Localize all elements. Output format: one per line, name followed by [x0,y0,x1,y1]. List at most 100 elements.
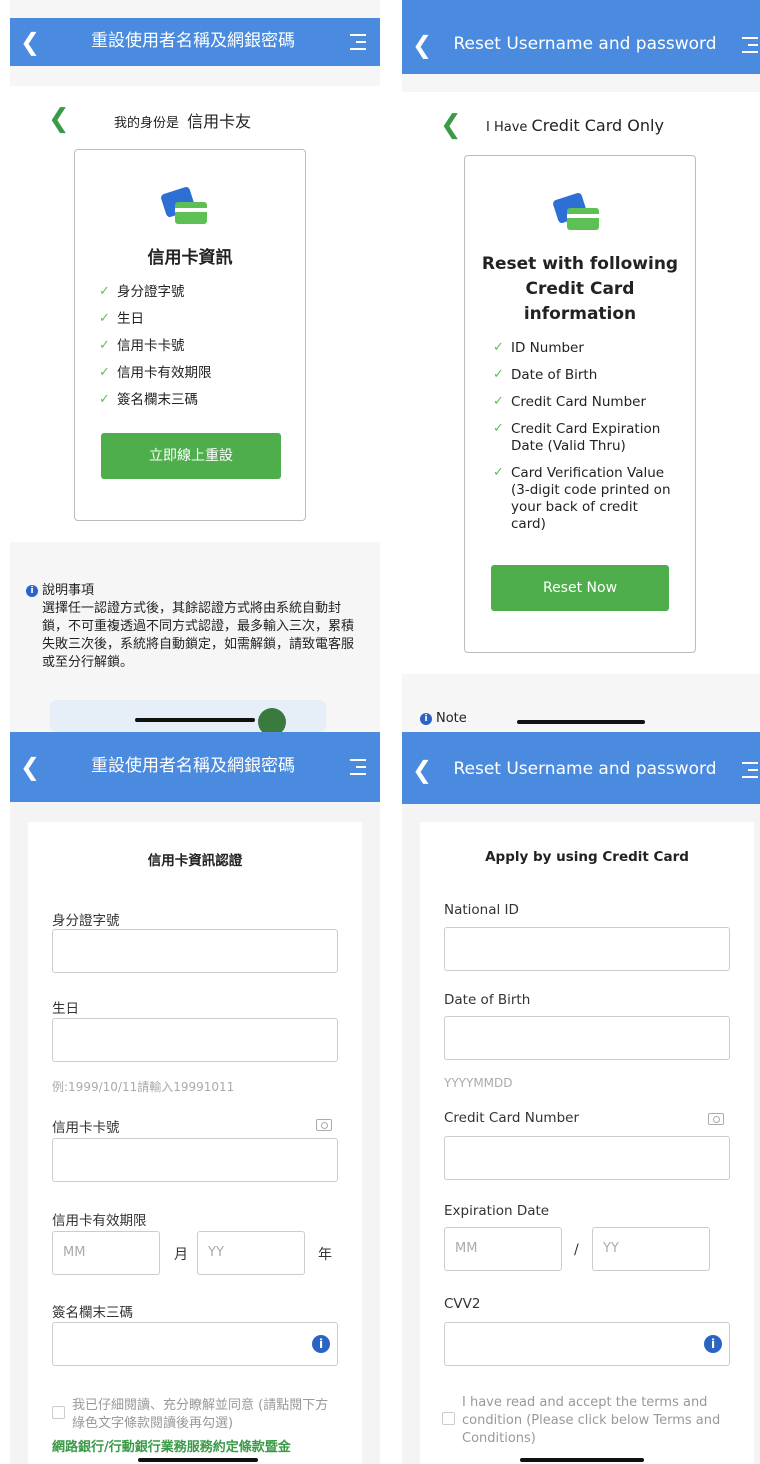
back-icon[interactable]: ❮ [10,755,50,779]
dob-hint: YYYYMMDD [444,1076,513,1090]
check-icon: ✓ [493,367,504,382]
check-icon: ✓ [493,394,504,409]
header-title: Reset Username and password [453,34,717,55]
cvv-input[interactable] [52,1322,338,1366]
back-icon[interactable]: ❮ [10,30,50,54]
info-icon[interactable]: i [704,1335,722,1353]
month-unit: 月 [174,1247,188,1263]
check-icon: ✓ [99,284,110,299]
home-indicator [135,718,255,722]
list-item: ✓ 生日 [99,311,144,327]
id-label: 身分證字號 [52,913,120,929]
dob-label: 生日 [52,1001,79,1017]
expiry-month-input[interactable]: MM [52,1231,160,1275]
list-item: ✓ ID Number [493,340,584,356]
yy-placeholder: YY [208,1245,224,1260]
credit-card-icon [160,185,209,226]
id-input[interactable] [444,927,730,971]
illustration-icon [258,708,286,732]
check-icon: ✓ [99,392,110,407]
list-item: ✓ Card Verification Value (3-digit code p… [493,465,671,532]
credit-card-option-card: Reset with following Credit Card informa… [464,155,696,653]
mm-placeholder: MM [63,1245,86,1260]
back-arrow-icon[interactable]: ❮ [440,110,462,140]
expiry-label: Expiration Date [444,1203,550,1219]
mm-placeholder: MM [455,1241,478,1256]
menu-icon[interactable] [336,759,380,775]
note-body: 選擇任一認證方式後，其餘認證方式將由系統自動封鎖，不可重複透過不同方式認證，最多… [42,601,355,670]
back-icon[interactable]: ❮ [402,33,442,57]
year-unit: 年 [318,1247,332,1263]
dob-input[interactable] [444,1016,730,1060]
note-section: i Note [420,710,467,728]
yy-placeholder: YY [603,1241,619,1256]
card-title: 信用卡資訊 [147,248,233,268]
identity-prefix: 我的身份是 [114,116,180,131]
app-header: ❮ 重設使用者名稱及網銀密碼 [10,18,380,66]
menu-icon[interactable] [728,762,760,778]
back-arrow-icon[interactable]: ❮ [48,104,70,134]
requirement-list: ✓ ID Number ✓ Date of Birth ✓ Credit Card N… [493,340,677,543]
info-icon: i [420,712,432,725]
reset-now-button[interactable]: 立即線上重設 [101,433,281,479]
app-header: ❮ 重設使用者名稱及網銀密碼 [10,732,380,802]
zh-form-screen: ❮ 重設使用者名稱及網銀密碼 信用卡資訊認證 身分證字號 生日 例:1999/1… [10,732,380,1464]
dob-hint: 例:1999/10/11請輸入19991011 [52,1080,235,1094]
identity-prefix: I Have [486,120,528,135]
camera-icon[interactable] [316,1119,332,1131]
card-number-input[interactable] [444,1136,730,1180]
list-item: ✓ 信用卡卡號 [99,338,185,354]
en-form-screen: ❮ Reset Username and password Apply by u… [402,732,760,1464]
list-item: ✓ 信用卡有效期限 [99,365,212,381]
header-title: 重設使用者名稱及網銀密碼 [91,31,295,52]
check-icon: ✓ [99,365,110,380]
terms-link[interactable]: 網路銀行/行動銀行業務服務約定條款暨金 [52,1436,291,1455]
expiry-year-input[interactable]: YY [197,1231,305,1275]
menu-icon[interactable] [728,37,760,53]
check-icon: ✓ [99,311,110,326]
terms-checkbox[interactable] [52,1406,65,1419]
list-item: ✓ Date of Birth [493,367,598,383]
id-label: National ID [444,902,519,918]
credit-card-option-card: 信用卡資訊 ✓ 身分證字號 ✓ 生日 ✓ 信用卡卡號 ✓ 信用卡有效期限 ✓ 簽名欄末三碼… [74,149,306,521]
expiry-month-input[interactable]: MM [444,1227,562,1271]
terms-text: I have read and accept the terms and con… [462,1395,721,1446]
note-title: Note [436,711,467,726]
identity-value: 信用卡友 [187,112,252,131]
check-icon: ✓ [493,421,504,436]
terms-checkbox[interactable] [442,1412,455,1425]
credit-card-icon [552,191,601,232]
note-section: i 說明事項 選擇任一認證方式後，其餘認證方式將由系統自動封鎖，不可重複透過不同方… [26,582,366,672]
reset-now-button[interactable]: Reset Now [491,565,669,611]
check-icon: ✓ [493,465,504,480]
promo-banner [50,700,326,732]
card-number-label: 信用卡卡號 [52,1120,120,1136]
back-icon[interactable]: ❮ [402,758,442,782]
dob-label: Date of Birth [444,992,531,1008]
cvv-label: 簽名欄末三碼 [52,1305,133,1321]
header-title: 重設使用者名稱及網銀密碼 [91,756,295,777]
requirement-list: ✓ 身分證字號 ✓ 生日 ✓ 信用卡卡號 ✓ 信用卡有效期限 ✓ 簽名欄末三碼 [99,284,212,419]
identity-value: Credit Card Only [531,116,664,135]
verification-form: Apply by using Credit Card National ID D… [420,822,754,1464]
card-number-label: Credit Card Number [444,1110,579,1126]
home-indicator [517,720,645,724]
home-indicator [520,1458,644,1462]
cvv-input[interactable] [444,1322,730,1366]
note-title: 說明事項 [42,583,95,598]
camera-icon[interactable] [708,1113,724,1125]
expiry-year-input[interactable]: YY [592,1227,710,1271]
verification-form: 信用卡資訊認證 身分證字號 生日 例:1999/10/11請輸入19991011… [28,822,362,1464]
zh-intro-screen: ❮ 重設使用者名稱及網銀密碼 ❮ 我的身份是 信用卡友 信用卡資訊 ✓ 身分證字號… [10,0,380,732]
app-header: ❮ Reset Username and password [402,0,760,74]
dob-input[interactable] [52,1018,338,1062]
card-number-input[interactable] [52,1138,338,1182]
id-input[interactable] [52,929,338,973]
identity-section: ❮ 我的身份是 信用卡友 信用卡資訊 ✓ 身分證字號 ✓ 生日 ✓ 信用卡卡號 ✓ 信用… [10,86,380,542]
check-icon: ✓ [493,340,504,355]
info-icon[interactable]: i [312,1335,330,1353]
menu-icon[interactable] [336,34,380,50]
app-header: ❮ Reset Username and password [402,732,760,804]
expiry-label: 信用卡有效期限 [52,1213,147,1229]
form-title: 信用卡資訊認證 [147,853,243,869]
